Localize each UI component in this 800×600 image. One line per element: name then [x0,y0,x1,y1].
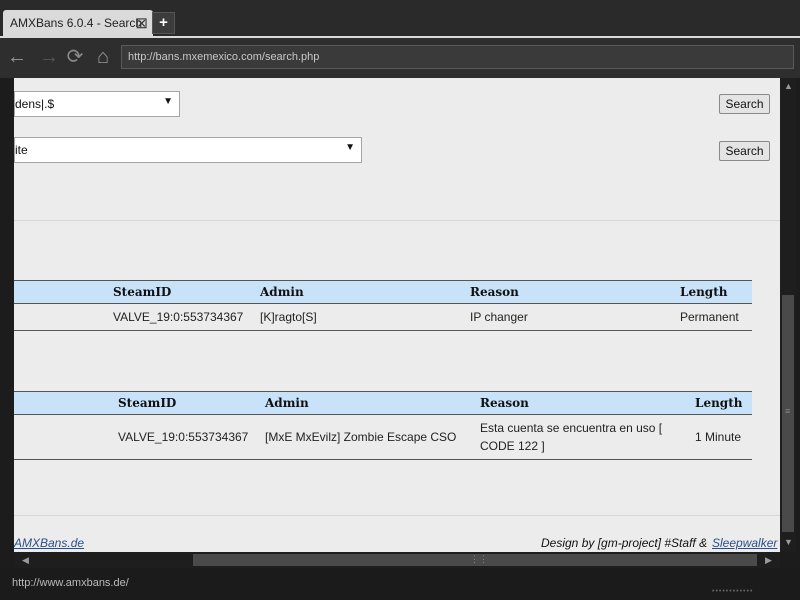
design-credit: Design by [gm-project] #Staff & [541,536,708,550]
forward-arrow-icon[interactable]: → [38,45,60,69]
amxbans-link[interactable]: AMXBans.de [14,536,84,550]
search-select-1[interactable]: dens|.$ ▼ [14,91,180,117]
col-reason: Reason [470,285,519,299]
col-steamid: SteamID [113,285,172,299]
scroll-up-icon[interactable]: ▲ [784,81,793,91]
cell-admin: [MxE MxEvilz] Zombie Escape CSO [265,430,457,444]
table-2-bottom-border [14,459,752,460]
cell-steamid: VALVE_19:0:553734367 [118,430,249,444]
tab-title: AMXBans 6.0.4 - Search [10,16,143,30]
address-bar[interactable]: http://bans.mxemexico.com/search.php [121,45,794,69]
scroll-grip-icon: ⋮⋮ [470,554,488,564]
results-table-2-header: SteamID Admin Reason Length [14,391,752,415]
cell-admin: [K]ragto[S] [260,310,317,324]
dropdown-arrow-icon: ▼ [345,142,355,153]
cell-reason: IP changer [470,310,528,324]
back-arrow-icon[interactable]: ← [6,45,28,69]
col-admin: Admin [260,285,304,299]
section-divider [14,220,780,221]
status-url: http://www.amxbans.de/ [12,577,129,589]
new-tab-button[interactable]: + [152,12,175,34]
col-length: Length [680,285,728,299]
cell-reason-line-1: Esta cuenta se encuentra en uso [ [480,421,663,435]
scroll-right-icon[interactable]: ▶ [765,555,772,566]
col-reason: Reason [480,396,529,410]
footer-divider [14,515,780,516]
table-1-bottom-border [14,330,752,331]
scroll-grip-icon: ≡ [785,406,791,416]
cell-reason-line-2: CODE 122 ] [480,439,545,453]
col-length: Length [695,396,743,410]
tab-amxbans-search[interactable]: AMXBans 6.0.4 - Search ⊠ [3,10,153,36]
dropdown-arrow-icon: ▼ [163,96,173,107]
sleepwalker-link[interactable]: Sleepwalker [712,536,777,550]
cell-length: 1 Minute [695,430,742,444]
cell-steamid: VALVE_19:0:553734367 [113,310,244,324]
search-button-1[interactable]: Search [719,94,770,114]
page-viewport: dens|.$ ▼ Search ite ▼ Search SteamID Ad… [14,78,780,552]
scroll-left-icon[interactable]: ◀ [22,555,29,566]
search-button-2[interactable]: Search [719,141,770,161]
col-steamid: SteamID [118,396,177,410]
search-select-2-value: ite [15,143,28,157]
scroll-down-icon[interactable]: ▼ [784,537,793,547]
cell-length: Permanent [680,310,739,324]
reload-icon[interactable]: ⟳ [64,45,86,69]
col-admin: Admin [265,396,309,410]
resize-grip-icon[interactable]: •••••••••••• [712,588,792,600]
search-select-1-value: dens|.$ [15,97,55,111]
home-icon[interactable]: ⌂ [92,45,114,69]
results-table-1-header: SteamID Admin Reason Length [14,280,752,304]
search-select-2[interactable]: ite ▼ [14,137,362,163]
close-tab-icon[interactable]: ⊠ [135,14,148,32]
